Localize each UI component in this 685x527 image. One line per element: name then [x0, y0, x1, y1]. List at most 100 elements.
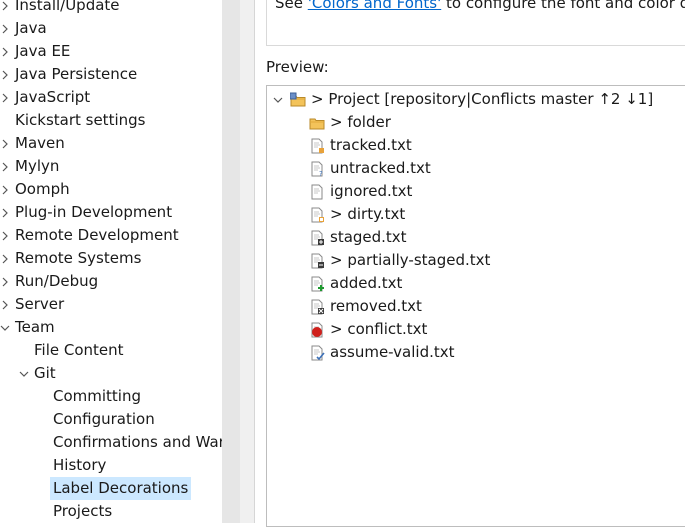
tree-item-confirmations-and-warn[interactable]: Confirmations and Warn	[0, 431, 222, 454]
tree-item-remote-systems[interactable]: Remote Systems	[0, 247, 222, 270]
tree-item-java[interactable]: Java	[0, 17, 222, 40]
info-text: See 'Colors and Fonts' to configure the …	[275, 0, 685, 12]
tree-item-file-content[interactable]: File Content	[0, 339, 222, 362]
file-untracked-icon: ?	[309, 161, 325, 178]
file-assume-valid-icon	[309, 345, 325, 361]
tree-item-label-decorations[interactable]: Label Decorations	[0, 477, 222, 500]
tree-item-label: Git	[34, 364, 56, 382]
chevron-right-icon[interactable]	[0, 17, 10, 40]
tree-item-label: Java Persistence	[15, 65, 138, 83]
tree-item-mylyn[interactable]: Mylyn	[0, 155, 222, 178]
label-decorations-page: See 'Colors and Fonts' to configure the …	[255, 0, 685, 527]
tree-item-label: Committing	[53, 387, 142, 405]
tree-item-history[interactable]: History	[0, 454, 222, 477]
svg-text:?: ?	[319, 170, 323, 177]
chevron-right-icon[interactable]	[0, 270, 10, 293]
chevron-right-icon[interactable]	[0, 155, 10, 178]
tree-item-server[interactable]: Server	[0, 293, 222, 316]
preview-item-label: > dirty.txt	[330, 205, 406, 223]
preview-item-ignored[interactable]: ignored.txt	[267, 180, 685, 203]
chevron-right-icon[interactable]	[0, 224, 10, 247]
chevron-right-icon[interactable]	[0, 293, 10, 316]
preview-item-label: > partially-staged.txt	[330, 251, 491, 269]
tree-item-label: Label Decorations	[50, 477, 192, 500]
tree-item-label: Mylyn	[15, 157, 60, 175]
chevron-right-icon[interactable]	[0, 40, 10, 63]
chevron-right-icon[interactable]	[0, 201, 10, 224]
tree-item-plug-in-development[interactable]: Plug-in Development	[0, 201, 222, 224]
tree-item-label: Oomph	[15, 180, 70, 198]
tree-item-javascript[interactable]: JavaScript	[0, 86, 222, 109]
tree-item-team[interactable]: Team	[0, 316, 222, 339]
tree-item-label: Install/Update	[15, 0, 120, 14]
preview-item-label: removed.txt	[330, 297, 422, 315]
preview-item-label: > folder	[330, 113, 391, 131]
file-tracked-icon	[309, 138, 325, 154]
chevron-right-icon[interactable]	[0, 178, 10, 201]
info-text-prefix: See	[275, 0, 308, 12]
tree-item-label: Configuration	[53, 410, 155, 428]
chevron-right-icon[interactable]	[0, 247, 10, 270]
preview-item-folder[interactable]: > folder	[267, 111, 685, 134]
preferences-tree[interactable]: Install/Update Java Java EE Java Persistenc…	[0, 0, 222, 523]
chevron-right-icon[interactable]	[0, 86, 10, 109]
tree-item-run-debug[interactable]: Run/Debug	[0, 270, 222, 293]
tree-item-oomph[interactable]: Oomph	[0, 178, 222, 201]
tree-item-label: Server	[15, 295, 65, 313]
chevron-right-icon[interactable]	[0, 63, 10, 86]
tree-item-label: Kickstart settings	[15, 111, 146, 129]
tree-item-remote-development[interactable]: Remote Development	[0, 224, 222, 247]
tree-item-configuration[interactable]: Configuration	[0, 408, 222, 431]
tree-item-label: JavaScript	[15, 88, 91, 106]
tree-item-java-ee[interactable]: Java EE	[0, 40, 222, 63]
chevron-down-icon[interactable]	[0, 316, 10, 339]
file-conflict-icon	[309, 322, 325, 338]
info-text-suffix: to configure the font and color de	[441, 0, 685, 12]
tree-item-label: Run/Debug	[15, 272, 99, 290]
folder-icon	[309, 115, 325, 131]
preview-item-dirty[interactable]: > dirty.txt	[267, 203, 685, 226]
tree-item-projects[interactable]: Projects	[0, 500, 222, 523]
preferences-tree-scrollbar[interactable]	[222, 0, 240, 523]
tree-item-label: Java EE	[15, 42, 71, 60]
chevron-down-icon[interactable]	[19, 362, 29, 385]
file-staged-icon	[309, 230, 325, 246]
file-ignored-icon	[309, 184, 325, 200]
chevron-right-icon[interactable]	[0, 0, 10, 17]
colors-and-fonts-link[interactable]: 'Colors and Fonts'	[308, 0, 441, 12]
preview-item-label: > conflict.txt	[330, 320, 428, 338]
tree-item-label: Remote Systems	[15, 249, 142, 267]
chevron-right-icon[interactable]	[0, 132, 10, 155]
preview-label: Preview:	[266, 58, 329, 76]
tree-item-label: Confirmations and Warn	[53, 433, 222, 451]
preview-item-label: > Project [repository|Conflicts master ↑…	[311, 90, 654, 108]
pane-separator[interactable]	[240, 0, 255, 523]
preview-item-label: assume-valid.txt	[330, 343, 455, 361]
preview-item-removed[interactable]: removed.txt	[267, 295, 685, 318]
preview-item-untracked[interactable]: ? untracked.txt	[267, 157, 685, 180]
preview-item-project[interactable]: > Project [repository|Conflicts master ↑…	[267, 88, 685, 111]
tree-item-committing[interactable]: Committing	[0, 385, 222, 408]
preview-item-partially-staged[interactable]: > partially-staged.txt	[267, 249, 685, 272]
tree-item-label: Projects	[53, 502, 113, 520]
tree-item-kickstart-settings[interactable]: Kickstart settings	[0, 109, 222, 132]
preview-item-added[interactable]: added.txt	[267, 272, 685, 295]
preview-item-tracked[interactable]: tracked.txt	[267, 134, 685, 157]
chevron-down-icon[interactable]	[273, 88, 283, 111]
file-added-icon	[309, 276, 325, 292]
preview-tree[interactable]: > Project [repository|Conflicts master ↑…	[266, 85, 685, 527]
preview-item-assume-valid[interactable]: assume-valid.txt	[267, 341, 685, 364]
preview-item-label: tracked.txt	[330, 136, 412, 154]
info-text-box: See 'Colors and Fonts' to configure the …	[266, 0, 685, 46]
tree-item-label: Maven	[15, 134, 65, 152]
project-folder-icon	[289, 92, 306, 108]
tree-item-install-update[interactable]: Install/Update	[0, 0, 222, 17]
tree-item-git[interactable]: Git	[0, 362, 222, 385]
preview-item-staged[interactable]: staged.txt	[267, 226, 685, 249]
preview-item-label: added.txt	[330, 274, 403, 292]
preview-item-conflict[interactable]: > conflict.txt	[267, 318, 685, 341]
tree-item-maven[interactable]: Maven	[0, 132, 222, 155]
tree-item-java-persistence[interactable]: Java Persistence	[0, 63, 222, 86]
tree-item-label: Java	[15, 19, 47, 37]
preview-item-label: ignored.txt	[330, 182, 413, 200]
